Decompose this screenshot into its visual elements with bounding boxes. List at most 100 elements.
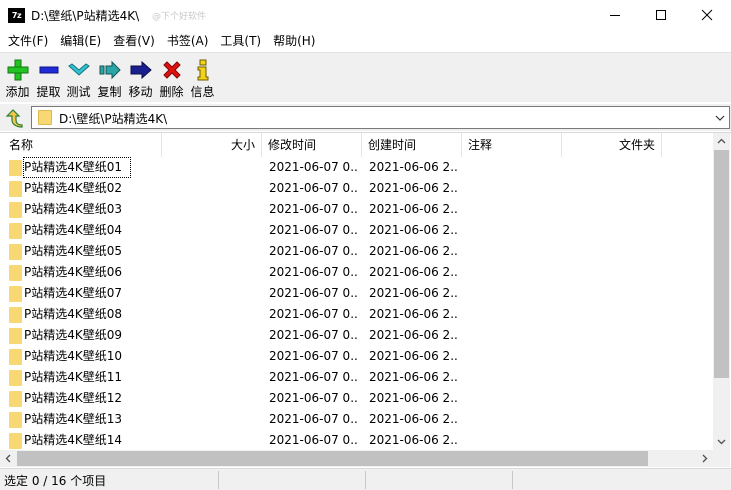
vertical-scrollbar[interactable] bbox=[713, 133, 730, 450]
list-item[interactable]: P站精选4K壁纸06 2021-06-07 0... 2021-06-06 2.… bbox=[0, 262, 713, 283]
folder-icon bbox=[9, 433, 22, 449]
horizontal-scrollbar[interactable] bbox=[0, 450, 713, 467]
item-name: P站精选4K壁纸14 bbox=[24, 433, 123, 447]
minimize-icon bbox=[610, 15, 620, 16]
folder-icon bbox=[9, 160, 22, 176]
menu-help[interactable]: 帮助(H) bbox=[267, 31, 321, 51]
list-item[interactable]: P站精选4K壁纸12 2021-06-07 0... 2021-06-06 2.… bbox=[0, 388, 713, 409]
delete-button[interactable]: 删除 bbox=[156, 56, 187, 100]
move-label: 移动 bbox=[128, 85, 153, 99]
test-button[interactable]: 测试 bbox=[63, 56, 94, 100]
menu-view[interactable]: 查看(V) bbox=[107, 31, 161, 51]
item-name: P站精选4K壁纸13 bbox=[24, 412, 123, 426]
item-created: 2021-06-06 2... bbox=[369, 160, 457, 174]
up-folder-icon bbox=[5, 109, 23, 128]
folder-icon bbox=[9, 328, 22, 344]
folder-icon bbox=[9, 391, 22, 407]
list-item[interactable]: P站精选4K壁纸02 2021-06-07 0... 2021-06-06 2.… bbox=[0, 178, 713, 199]
address-path: D:\壁纸\P站精选4K\ bbox=[59, 112, 168, 126]
scroll-down-icon[interactable] bbox=[717, 439, 726, 445]
file-rows: P站精选4K壁纸01 2021-06-07 0... 2021-06-06 2.… bbox=[0, 157, 713, 451]
list-item[interactable]: P站精选4K壁纸08 2021-06-07 0... 2021-06-06 2.… bbox=[0, 304, 713, 325]
folder-icon bbox=[9, 349, 22, 365]
item-name: P站精选4K壁纸07 bbox=[24, 286, 123, 300]
list-item[interactable]: P站精选4K壁纸10 2021-06-07 0... 2021-06-06 2.… bbox=[0, 346, 713, 367]
column-comment[interactable]: 注释 bbox=[462, 133, 562, 157]
item-modified: 2021-06-07 0... bbox=[269, 160, 357, 174]
menu-edit[interactable]: 编辑(E) bbox=[54, 31, 107, 51]
item-created: 2021-06-06 2... bbox=[369, 391, 457, 405]
test-label: 测试 bbox=[66, 85, 91, 99]
vertical-scroll-thumb[interactable] bbox=[714, 150, 729, 378]
column-modified[interactable]: 修改时间 bbox=[262, 133, 362, 157]
address-field[interactable]: D:\壁纸\P站精选4K\ bbox=[31, 106, 730, 129]
copy-button[interactable]: 复制 bbox=[94, 56, 125, 100]
item-name: P站精选4K壁纸06 bbox=[24, 265, 123, 279]
up-folder-button[interactable] bbox=[4, 107, 26, 129]
column-name[interactable]: 名称 bbox=[0, 133, 162, 157]
column-folders[interactable]: 文件夹 bbox=[562, 133, 662, 157]
item-created: 2021-06-06 2... bbox=[369, 370, 457, 384]
folder-icon bbox=[38, 110, 52, 125]
menu-bar: 文件(F) 编辑(E) 查看(V) 书签(A) 工具(T) 帮助(H) bbox=[0, 31, 731, 51]
status-selection: 选定 0 / 16 个项目 bbox=[4, 474, 107, 488]
list-item[interactable]: P站精选4K壁纸13 2021-06-07 0... 2021-06-06 2.… bbox=[0, 409, 713, 430]
watermark-text: @下个好软件 bbox=[152, 12, 207, 22]
add-button[interactable]: 添加 bbox=[2, 56, 33, 100]
info-button[interactable]: 信息 bbox=[187, 56, 218, 100]
extract-minus-icon bbox=[39, 66, 59, 74]
scrollbar-corner bbox=[713, 450, 730, 467]
item-name: P站精选4K壁纸03 bbox=[24, 202, 123, 216]
list-item[interactable]: P站精选4K壁纸05 2021-06-07 0... 2021-06-06 2.… bbox=[0, 241, 713, 262]
column-size[interactable]: 大小 bbox=[162, 133, 262, 157]
item-created: 2021-06-06 2... bbox=[369, 244, 457, 258]
list-item[interactable]: P站精选4K壁纸11 2021-06-07 0... 2021-06-06 2.… bbox=[0, 367, 713, 388]
horizontal-scroll-thumb[interactable] bbox=[17, 451, 648, 466]
copy-label: 复制 bbox=[97, 85, 122, 99]
title-bar: 7z D:\壁纸\P站精选4K\ @下个好软件 bbox=[0, 0, 731, 31]
item-modified: 2021-06-07 0... bbox=[269, 265, 357, 279]
chevron-down-icon[interactable] bbox=[715, 113, 725, 123]
scroll-right-icon[interactable] bbox=[702, 454, 708, 463]
list-item[interactable]: P站精选4K壁纸04 2021-06-07 0... 2021-06-06 2.… bbox=[0, 220, 713, 241]
list-item[interactable]: P站精选4K壁纸07 2021-06-07 0... 2021-06-06 2.… bbox=[0, 283, 713, 304]
extract-button[interactable]: 提取 bbox=[33, 56, 64, 100]
list-item[interactable]: P站精选4K壁纸14 2021-06-07 0... 2021-06-06 2.… bbox=[0, 430, 713, 451]
maximize-button[interactable] bbox=[638, 0, 684, 30]
column-created[interactable]: 创建时间 bbox=[362, 133, 462, 157]
copy-arrow-icon bbox=[99, 60, 121, 80]
item-modified: 2021-06-07 0... bbox=[269, 370, 357, 384]
item-created: 2021-06-06 2... bbox=[369, 265, 457, 279]
item-created: 2021-06-06 2... bbox=[369, 286, 457, 300]
folder-icon bbox=[9, 181, 22, 197]
move-button[interactable]: 移动 bbox=[125, 56, 156, 100]
item-name: P站精选4K壁纸10 bbox=[24, 349, 123, 363]
test-check-icon bbox=[68, 63, 90, 76]
scroll-up-icon[interactable] bbox=[717, 138, 726, 144]
column-header: 名称 大小 修改时间 创建时间 注释 文件夹 bbox=[0, 133, 713, 157]
list-item[interactable]: P站精选4K壁纸03 2021-06-07 0... 2021-06-06 2.… bbox=[0, 199, 713, 220]
item-created: 2021-06-06 2... bbox=[369, 223, 457, 237]
list-item[interactable]: P站精选4K壁纸09 2021-06-07 0... 2021-06-06 2.… bbox=[0, 325, 713, 346]
add-plus-icon bbox=[7, 59, 29, 81]
item-modified: 2021-06-07 0... bbox=[269, 286, 357, 300]
status-divider bbox=[365, 471, 366, 489]
address-row: D:\壁纸\P站精选4K\ bbox=[0, 104, 731, 131]
close-button[interactable] bbox=[684, 0, 730, 30]
item-name: P站精选4K壁纸08 bbox=[24, 307, 123, 321]
toolbar: 添加 提取 测试 复制 移动 删除 信息 bbox=[0, 52, 731, 102]
menu-bookmarks[interactable]: 书签(A) bbox=[161, 31, 215, 51]
menu-tools[interactable]: 工具(T) bbox=[214, 31, 267, 51]
maximize-icon bbox=[656, 10, 666, 20]
item-modified: 2021-06-07 0... bbox=[269, 181, 357, 195]
delete-label: 删除 bbox=[159, 85, 184, 99]
scroll-left-icon[interactable] bbox=[5, 454, 11, 463]
minimize-button[interactable] bbox=[592, 0, 638, 30]
item-name: P站精选4K壁纸04 bbox=[24, 223, 123, 237]
list-item[interactable]: P站精选4K壁纸01 2021-06-07 0... 2021-06-06 2.… bbox=[0, 157, 713, 178]
menu-file[interactable]: 文件(F) bbox=[2, 31, 54, 51]
window-title: D:\壁纸\P站精选4K\ bbox=[31, 9, 140, 23]
item-modified: 2021-06-07 0... bbox=[269, 202, 357, 216]
add-label: 添加 bbox=[5, 85, 30, 99]
item-name: P站精选4K壁纸01 bbox=[23, 157, 131, 178]
